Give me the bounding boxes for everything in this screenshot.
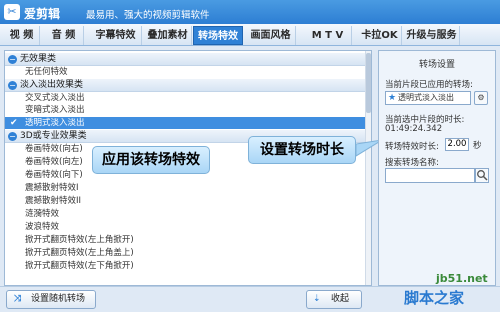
checkmark-icon: ✔ — [10, 118, 18, 128]
list-item[interactable]: 掀开式翻页特效(左上角掀开) — [5, 234, 365, 246]
item-label: 变暗式淡入淡出 — [25, 105, 85, 115]
list-item[interactable]: 无任何特效 — [5, 66, 365, 78]
group-label: 淡入淡出效果类 — [20, 80, 84, 90]
transition-settings-button[interactable]: ⚙ — [474, 91, 488, 105]
search-button[interactable] — [475, 168, 489, 183]
group-label: 无效果类 — [20, 54, 57, 64]
settings-title: 转场设置 — [418, 60, 455, 70]
duration-label: 转场特效时长: — [385, 142, 439, 152]
star-icon: ★ — [388, 93, 397, 103]
list-item[interactable]: 变暗式淡入淡出 — [5, 104, 365, 116]
item-label: 涟漪特效 — [25, 209, 60, 219]
item-label: 卷画特效(向左) — [25, 157, 83, 167]
list-item[interactable]: 涟漪特效 — [5, 208, 365, 220]
list-item[interactable]: 交叉式淡入淡出 — [5, 92, 365, 104]
watermark-brand: 脚本之家 — [404, 289, 465, 307]
app-logo-icon: ✂ — [4, 4, 20, 20]
collapse-label: 收起 — [331, 294, 350, 304]
random-transition-label: 设置随机转场 — [31, 294, 86, 304]
item-label: 掀开式翻页特效(左下角掀开) — [25, 261, 134, 271]
search-icon — [477, 170, 488, 181]
item-label: 震撼散射特效II — [25, 196, 82, 206]
list-item[interactable]: 震撼散射特效II — [5, 195, 365, 207]
clip-duration-value: 01:49:24.342 — [385, 124, 443, 134]
list-item-selected[interactable]: ✔ 透明式淡入淡出 — [5, 117, 365, 129]
duration-unit: 秒 — [473, 141, 482, 151]
main-tab-bar: 视 频 音 频 字幕特效 叠加素材 转场特效 画面风格 M T V 卡拉OK 升… — [0, 24, 500, 46]
shuffle-icon: ⤨ — [14, 294, 22, 304]
collapse-icon: − — [8, 132, 17, 141]
list-item[interactable]: 波浪特效 — [5, 221, 365, 233]
list-item[interactable]: 掀开式翻页特效(左上角盖上) — [5, 247, 365, 259]
item-label: 无任何特效 — [25, 67, 68, 77]
transition-settings-panel: 转场设置 当前片段已应用的转场: ★ 透明式淡入淡出 ⚙ 当前选中片段的时长: … — [378, 50, 496, 286]
duration-input[interactable]: 2.00 — [445, 138, 469, 151]
tab-subtitle-effects[interactable]: 字幕特效 — [90, 26, 142, 45]
list-item[interactable]: 震撼散射特效I — [5, 182, 365, 194]
app-window: ✂ 爱剪辑 最易用、强大的视频剪辑软件 视 频 音 频 字幕特效 叠加素材 转场… — [0, 0, 500, 312]
app-name: 爱剪辑 — [24, 7, 61, 21]
current-transition-value: ★ 透明式淡入淡出 — [385, 91, 471, 105]
item-label: 卷画特效(向下) — [25, 170, 83, 180]
item-label: 卷画特效(向右) — [25, 144, 83, 154]
group-label: 3D或专业效果类 — [20, 131, 87, 141]
watermark: jb51.net 脚本之家 — [404, 272, 498, 310]
tab-upgrade-service[interactable]: 升级与服务 — [404, 26, 460, 45]
tab-audio[interactable]: 音 频 — [44, 26, 84, 45]
tab-overlay-material[interactable]: 叠加素材 — [144, 26, 192, 45]
title-bar: ✂ 爱剪辑 最易用、强大的视频剪辑软件 — [0, 0, 500, 24]
watermark-domain: jb51.net — [436, 272, 488, 285]
random-transition-button[interactable]: ⤨ 设置随机转场 — [6, 290, 96, 309]
item-label: 掀开式翻页特效(左上角盖上) — [25, 248, 134, 258]
callout-apply-transition: 应用该转场特效 — [92, 146, 210, 174]
current-transition-label: 当前片段已应用的转场: — [385, 80, 473, 90]
item-label: 波浪特效 — [25, 222, 60, 232]
tab-mtv[interactable]: M T V — [304, 26, 352, 45]
item-label: 震撼散射特效I — [25, 183, 79, 193]
group-fade[interactable]: − 淡入淡出效果类 — [5, 79, 365, 92]
callout-set-duration: 设置转场时长 — [248, 136, 356, 164]
list-item[interactable]: 掀开式翻页特效(左下角掀开) — [5, 260, 365, 272]
collapse-icon: − — [8, 81, 17, 90]
tab-karaoke[interactable]: 卡拉OK — [358, 26, 402, 45]
item-label: 交叉式淡入淡出 — [25, 93, 85, 103]
callout-text: 应用该转场特效 — [102, 152, 200, 168]
current-transition-text: 透明式淡入淡出 — [398, 93, 454, 102]
callout-text: 设置转场时长 — [260, 142, 344, 158]
group-no-effect[interactable]: − 无效果类 — [5, 53, 365, 66]
collapse-icon: − — [8, 55, 17, 64]
tab-video[interactable]: 视 频 — [4, 26, 40, 45]
tab-transition-effects[interactable]: 转场特效 — [193, 26, 243, 45]
app-slogan: 最易用、强大的视频剪辑软件 — [86, 10, 210, 21]
collapse-button[interactable]: ⇣ 收起 — [306, 290, 362, 309]
item-label: 掀开式翻页特效(左上角掀开) — [25, 235, 134, 245]
search-input[interactable] — [385, 168, 475, 183]
tab-picture-style[interactable]: 画面风格 — [246, 26, 296, 45]
search-label: 搜索转场名称: — [385, 158, 439, 168]
list-scrollbar-thumb[interactable] — [366, 53, 371, 113]
item-label: 透明式淡入淡出 — [25, 118, 85, 128]
collapse-arrow-icon: ⇣ — [313, 294, 321, 304]
